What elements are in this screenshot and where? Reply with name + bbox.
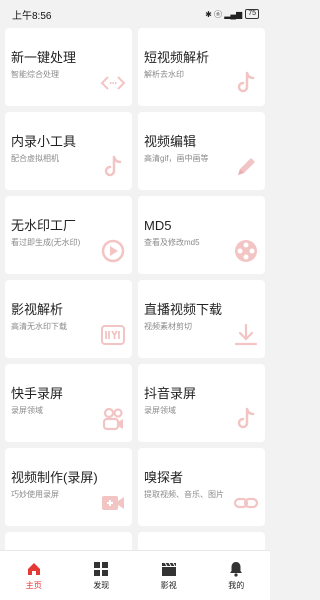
bell-icon bbox=[228, 561, 244, 577]
card-one-click-process[interactable]: 新一键处理 智能综合处理 bbox=[5, 28, 132, 106]
film-reel-icon bbox=[233, 238, 259, 264]
card-film-parse[interactable]: 影视解析 高清无水印下载 bbox=[5, 280, 132, 358]
tiktok-icon bbox=[233, 70, 259, 96]
nav-label: 我的 bbox=[228, 580, 245, 590]
pencil-icon bbox=[233, 154, 259, 180]
card-title: 抖音录屏 bbox=[144, 386, 197, 401]
nav-label: 主页 bbox=[25, 580, 42, 590]
bottom-nav: 主页 发现 影视 我的 bbox=[0, 550, 270, 600]
link-icon bbox=[233, 490, 259, 516]
card-title: 直播视频下载 bbox=[144, 302, 223, 317]
card-md5[interactable]: MD5 查看及修改md5 bbox=[138, 196, 265, 274]
card-short-video-parse[interactable]: 短视频解析 解析去水印 bbox=[138, 28, 265, 106]
card-kuaishou-record[interactable]: 快手录屏 录屏领域 bbox=[5, 364, 132, 442]
kuaishou-icon bbox=[100, 406, 126, 432]
card-internal-recorder[interactable]: 内录小工具 配合虚拟相机 bbox=[5, 112, 132, 190]
card-title: 影视解析 bbox=[11, 302, 64, 317]
card-title: 内录小工具 bbox=[11, 134, 77, 149]
card-douyin-record[interactable]: 抖音录屏 录屏领域 bbox=[138, 364, 265, 442]
code-arrows-icon bbox=[100, 70, 126, 96]
status-bar: 上午8:56 ✱ ⓝ ▂▄▆ 75 bbox=[0, 0, 270, 28]
card-video-make[interactable]: 视频制作(录屏) 巧妙使用录屏 bbox=[5, 448, 132, 526]
nav-discover[interactable]: 发现 bbox=[74, 561, 128, 591]
card-live-download[interactable]: 直播视频下载 视频素材剪切 bbox=[138, 280, 265, 358]
play-circle-icon bbox=[100, 238, 126, 264]
home-icon bbox=[26, 561, 42, 577]
card-title: 无水印工厂 bbox=[11, 218, 77, 233]
signal-icon: ✱ ⓝ ▂▄▆ bbox=[205, 9, 243, 19]
battery-icon: 75 bbox=[245, 9, 259, 19]
card-title: 快手录屏 bbox=[11, 386, 64, 401]
nav-label: 发现 bbox=[93, 580, 110, 590]
card-video-edit[interactable]: 视频编辑 高清gif，画中画等 bbox=[138, 112, 265, 190]
video-plus-icon bbox=[100, 490, 126, 516]
status-time: 上午8:56 bbox=[12, 10, 52, 22]
iqiyi-icon bbox=[100, 322, 126, 348]
download-icon bbox=[233, 322, 259, 348]
card-title: 短视频解析 bbox=[144, 50, 210, 65]
card-title: 嗅探者 bbox=[144, 470, 184, 485]
tool-grid: 新一键处理 智能综合处理 短视频解析 解析去水印 内录小工具 配合虚拟相机 视频… bbox=[0, 28, 270, 572]
nav-label: 影视 bbox=[160, 580, 177, 590]
grid-icon bbox=[93, 561, 109, 577]
card-title: 视频编辑 bbox=[144, 134, 197, 149]
card-title: MD5 bbox=[144, 218, 172, 233]
card-title: 新一键处理 bbox=[11, 50, 77, 65]
card-sniffer[interactable]: 嗅探者 提取视频、音乐、图片 bbox=[138, 448, 265, 526]
tiktok-icon bbox=[233, 406, 259, 432]
nav-film[interactable]: 影视 bbox=[142, 561, 196, 591]
card-watermark-free-factory[interactable]: 无水印工厂 看过即生成(无水印) bbox=[5, 196, 132, 274]
nav-mine[interactable]: 我的 bbox=[209, 561, 263, 591]
tiktok-icon bbox=[100, 154, 126, 180]
card-title: 视频制作(录屏) bbox=[11, 470, 98, 485]
clapperboard-icon bbox=[161, 561, 177, 577]
nav-home[interactable]: 主页 bbox=[7, 561, 61, 591]
status-icons: ✱ ⓝ ▂▄▆ 75 bbox=[205, 9, 259, 20]
